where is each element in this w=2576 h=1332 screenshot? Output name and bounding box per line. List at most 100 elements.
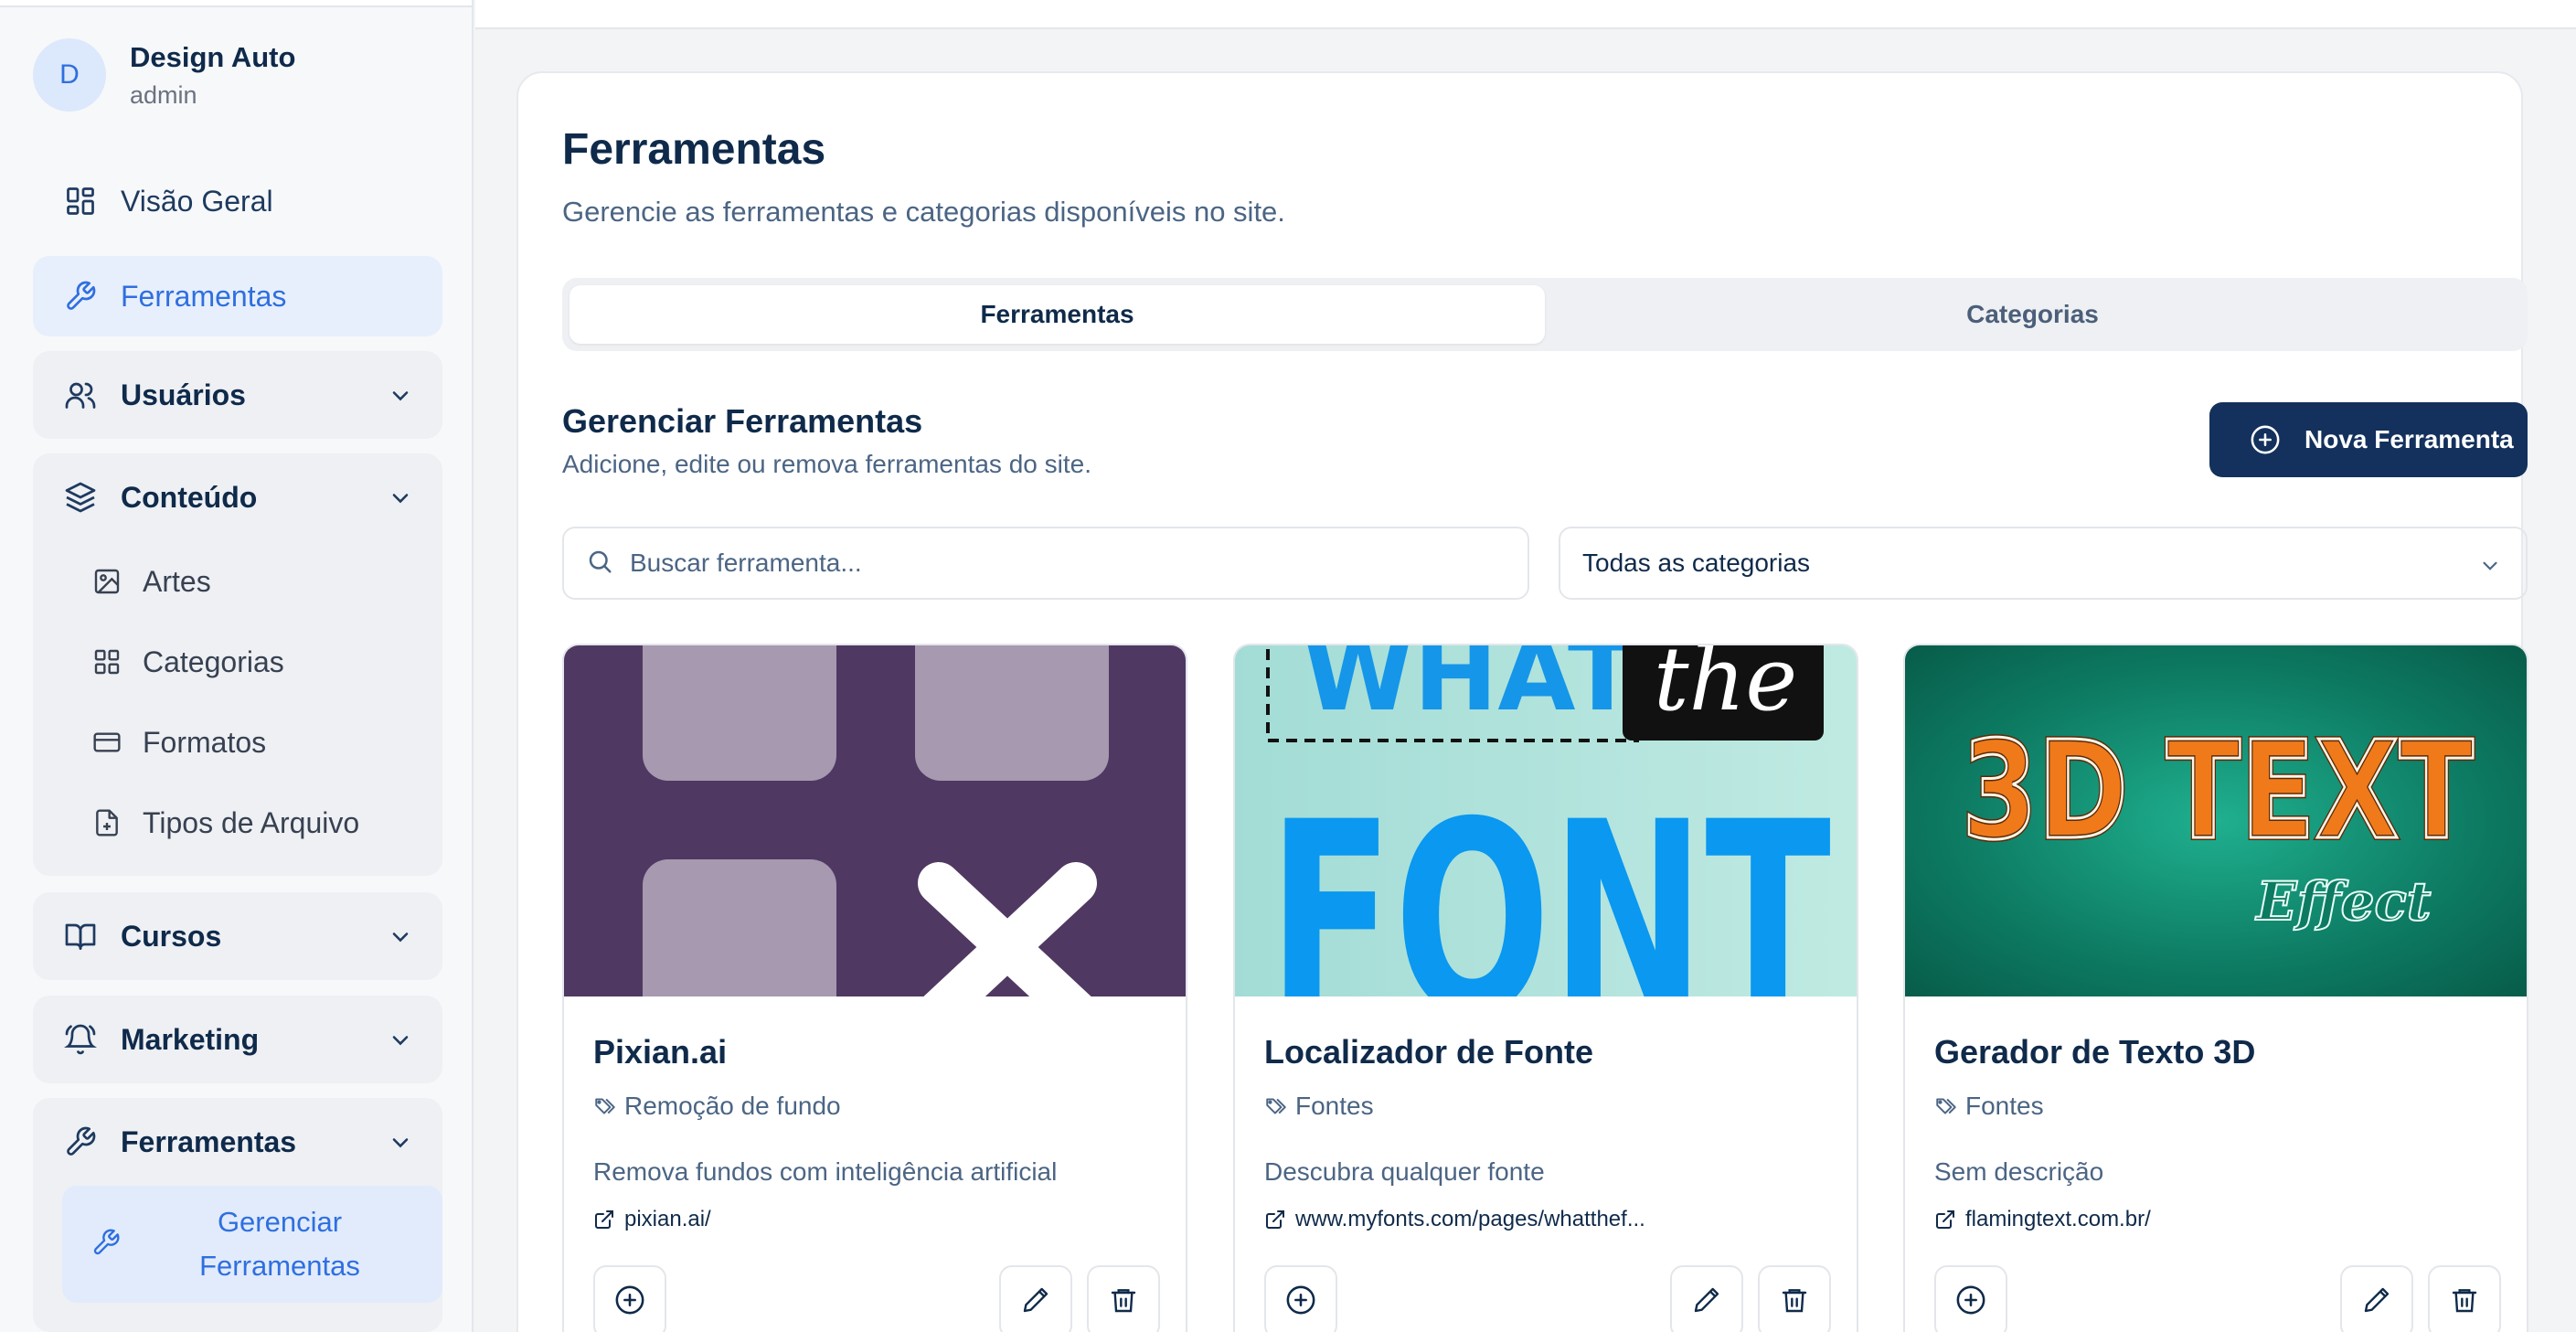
chevron-down-icon[interactable] bbox=[388, 382, 413, 416]
sidebar-group-tools-header[interactable]: Ferramentas bbox=[33, 1098, 442, 1186]
sidebar-subitem-categories[interactable]: Categorias bbox=[33, 622, 442, 702]
avatar: D bbox=[33, 38, 106, 112]
tool-thumbnail: 3D TEXT 3D TEXT Effect bbox=[1905, 645, 2527, 996]
delete-button[interactable] bbox=[1758, 1265, 1831, 1332]
sidebar-group-label: Conteúdo bbox=[121, 480, 258, 514]
tool-thumbnail bbox=[564, 645, 1186, 996]
chevron-down-icon bbox=[2478, 554, 2502, 584]
sidebar-group-label: Marketing bbox=[121, 1022, 260, 1056]
sidebar-group-label: Ferramentas bbox=[121, 1124, 297, 1158]
file-icon bbox=[91, 807, 122, 838]
sidebar-item-overview[interactable]: Visão Geral bbox=[33, 161, 442, 241]
trash-icon bbox=[1109, 1285, 1138, 1319]
pencil-icon bbox=[1021, 1285, 1050, 1319]
delete-button[interactable] bbox=[1087, 1265, 1160, 1332]
sidebar-subitem-label: Categorias bbox=[143, 645, 284, 678]
delete-button[interactable] bbox=[2428, 1265, 2501, 1332]
edit-button[interactable] bbox=[2340, 1265, 2413, 1332]
tags-icon bbox=[1934, 1094, 1958, 1118]
tool-thumbnail: WHAT the FONT bbox=[1235, 645, 1857, 996]
book-icon bbox=[62, 918, 99, 954]
tool-category: Remoção de fundo bbox=[593, 1092, 841, 1121]
search-box bbox=[562, 527, 1529, 600]
search-input[interactable] bbox=[630, 549, 1453, 578]
tool-name: Localizador de Fonte bbox=[1264, 1033, 1594, 1071]
edit-button[interactable] bbox=[1670, 1265, 1743, 1332]
sidebar-item-label: Ferramentas bbox=[121, 279, 287, 313]
tool-card: WHAT the FONT Localizador de Fonte Fonte… bbox=[1233, 644, 1858, 1332]
new-tool-button[interactable]: Nova Ferramenta bbox=[2209, 402, 2528, 477]
tool-category: Fontes bbox=[1264, 1092, 1374, 1121]
new-tool-button-label: Nova Ferramenta bbox=[2305, 425, 2514, 453]
page-title: Ferramentas bbox=[562, 125, 826, 174]
grid-icon bbox=[91, 646, 122, 677]
sidebar-group-marketing[interactable]: Marketing bbox=[33, 996, 442, 1083]
tool-url: flamingtext.com.br/ bbox=[1965, 1207, 2151, 1231]
tool-description: Descubra qualquer fonte bbox=[1264, 1157, 1545, 1186]
chevron-down-icon[interactable] bbox=[388, 1129, 413, 1163]
thumb-text-the: the bbox=[1654, 645, 1797, 730]
external-link-icon bbox=[1264, 1209, 1286, 1231]
sidebar-subitem-formats[interactable]: Formatos bbox=[33, 702, 442, 783]
tab-categories[interactable]: Categorias bbox=[1545, 285, 2520, 344]
bell-icon bbox=[62, 1021, 99, 1058]
sidebar-subitem-label: Artes bbox=[143, 564, 211, 598]
category-select-value: Todas as categorias bbox=[1582, 549, 1811, 577]
wrench-icon bbox=[62, 1124, 99, 1160]
tool-url: www.myfonts.com/pages/whatthef... bbox=[1295, 1207, 1645, 1231]
add-button[interactable] bbox=[1934, 1265, 2007, 1332]
sidebar-group-tools: Ferramentas Gerenciar Ferramentas bbox=[33, 1098, 442, 1332]
external-link-icon bbox=[593, 1209, 615, 1231]
plus-circle-icon bbox=[1955, 1284, 1986, 1320]
sidebar-group-content: Conteúdo Artes Categorias Formatos Tipos… bbox=[33, 453, 442, 876]
tool-link[interactable]: www.myfonts.com/pages/whatthef... bbox=[1264, 1207, 1645, 1232]
add-button[interactable] bbox=[593, 1265, 666, 1332]
plus-circle-icon bbox=[1285, 1284, 1316, 1320]
tool-category-label: Remoção de fundo bbox=[624, 1092, 841, 1120]
pencil-icon bbox=[1692, 1285, 1721, 1319]
tool-link[interactable]: flamingtext.com.br/ bbox=[1934, 1207, 2151, 1232]
sidebar-group-users[interactable]: Usuários bbox=[33, 351, 442, 439]
chevron-down-icon[interactable] bbox=[388, 923, 413, 957]
tags-icon bbox=[593, 1094, 617, 1118]
sidebar-group-label: Usuários bbox=[121, 378, 246, 411]
category-select[interactable]: Todas as categorias bbox=[1559, 527, 2528, 600]
page-subtitle: Gerencie as ferramentas e categorias dis… bbox=[562, 196, 1285, 228]
sidebar-subitem-file-types[interactable]: Tipos de Arquivo bbox=[33, 783, 442, 863]
pencil-icon bbox=[2362, 1285, 2391, 1319]
sidebar-group-content-header[interactable]: Conteúdo bbox=[33, 453, 442, 541]
sidebar-item-tools[interactable]: Ferramentas bbox=[33, 256, 442, 336]
sidebar-subitem-label: Formatos bbox=[143, 725, 267, 759]
user-profile[interactable]: D Design Auto admin bbox=[33, 38, 295, 112]
tool-name: Pixian.ai bbox=[593, 1033, 728, 1071]
sidebar-subitem-arts[interactable]: Artes bbox=[33, 541, 442, 622]
sidebar-top-divider bbox=[0, 0, 472, 7]
tool-category-label: Fontes bbox=[1295, 1092, 1374, 1120]
thumb-text-3d-outline: 3D TEXT bbox=[1962, 712, 2474, 869]
tool-description: Sem descrição bbox=[1934, 1157, 2104, 1186]
section-subtitle: Adicione, edite ou remova ferramentas do… bbox=[562, 450, 1091, 478]
user-role: admin bbox=[130, 80, 197, 109]
thumb-text-what: WHAT bbox=[1303, 645, 1636, 733]
edit-button[interactable] bbox=[999, 1265, 1072, 1332]
tool-card: 3D TEXT 3D TEXT Effect Gerador de Texto … bbox=[1903, 644, 2528, 1332]
layers-icon bbox=[62, 479, 99, 516]
sidebar-subitem-manage-tools[interactable]: Gerenciar Ferramentas bbox=[62, 1186, 442, 1303]
tool-link[interactable]: pixian.ai/ bbox=[593, 1207, 711, 1232]
wrench-icon bbox=[62, 278, 99, 314]
thumb-text-effect: Effect bbox=[2254, 870, 2431, 932]
image-icon bbox=[91, 566, 122, 597]
card-icon bbox=[91, 727, 122, 758]
add-button[interactable] bbox=[1264, 1265, 1337, 1332]
sidebar-group-courses[interactable]: Cursos bbox=[33, 892, 442, 980]
user-name: Design Auto bbox=[130, 40, 296, 73]
dashboard-icon bbox=[62, 183, 99, 219]
tab-tools[interactable]: Ferramentas bbox=[569, 285, 1545, 344]
chevron-down-icon[interactable] bbox=[388, 485, 413, 518]
chevron-down-icon[interactable] bbox=[388, 1027, 413, 1060]
top-bar bbox=[475, 0, 2576, 29]
tool-description: Remova fundos com inteligência artificia… bbox=[593, 1157, 1058, 1186]
tool-card: Pixian.ai Remoção de fundo Remova fundos… bbox=[562, 644, 1187, 1332]
plus-circle-icon bbox=[614, 1284, 645, 1320]
trash-icon bbox=[1780, 1285, 1809, 1319]
